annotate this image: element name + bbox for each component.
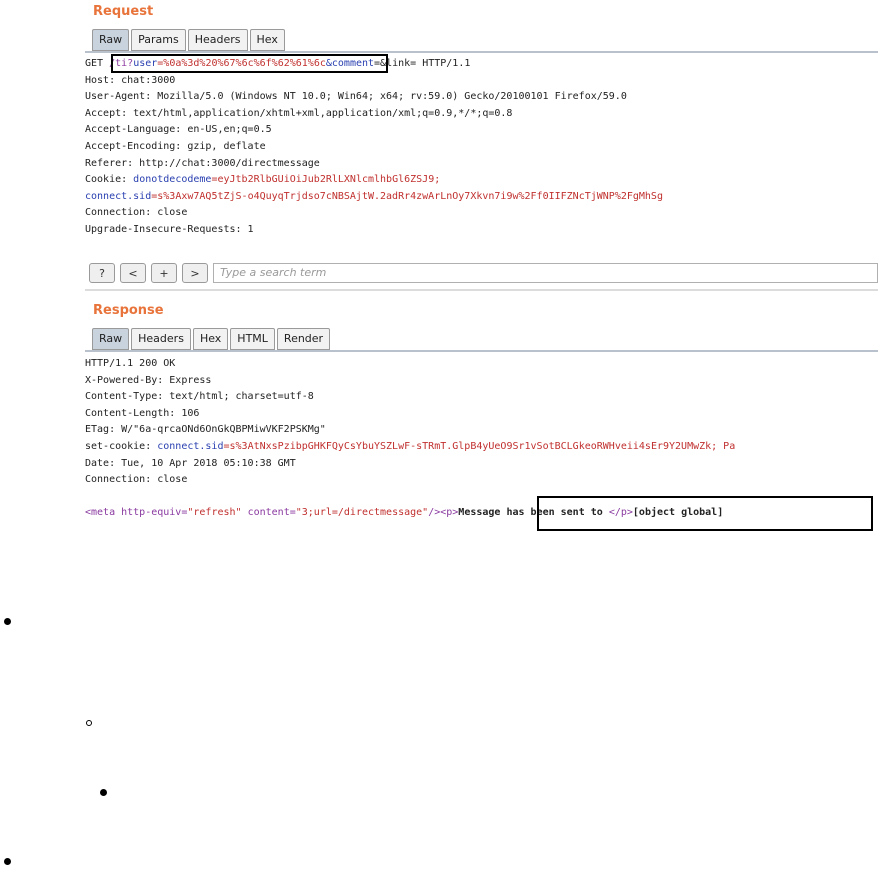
request-raw-body[interactable]: GET /ti?user=%0a%3d%20%67%6c%6f%62%61%6c…: [85, 56, 878, 239]
etag-header: ETag: W/"6a-qrcaONd6OnGkQBPMiwVKF2PSKMg": [85, 424, 326, 436]
request-section-title: Request: [93, 4, 154, 19]
accept-language-header: Accept-Language: en-US,en;q=0.5: [85, 124, 272, 136]
response-tab-headers[interactable]: Headers: [131, 328, 191, 350]
host-header: Host: chat:3000: [85, 74, 176, 86]
response-section-title: Response: [93, 303, 164, 318]
result-highlight-box: [537, 496, 873, 531]
response-tabs: Raw Headers Hex HTML Render: [92, 328, 331, 350]
request-tab-hex[interactable]: Hex: [249, 29, 285, 51]
response-tab-render[interactable]: Render: [276, 328, 331, 350]
referer-header: Referer: http://chat:3000/directmessage: [85, 157, 320, 169]
connection-header: Connection: close: [85, 207, 188, 219]
hollow-bullet-icon: [86, 720, 92, 726]
response-tab-html[interactable]: HTML: [230, 328, 275, 350]
cookie-header: Cookie: donotdecodeme=eyJtb2RlbGUiOiJub2…: [85, 174, 441, 186]
response-tab-raw[interactable]: Raw: [92, 328, 130, 350]
response-tabs-divider: [85, 350, 878, 352]
search-toolbar: ? < + > Type a search term: [89, 262, 878, 284]
request-tabs-divider: [85, 51, 878, 53]
user-agent-header: User-Agent: Mozilla/5.0 (Windows NT 10.0…: [85, 91, 627, 103]
request-tabs: Raw Params Headers Hex: [92, 29, 285, 51]
content-type-header: Content-Type: text/html; charset=utf-8: [85, 391, 314, 403]
accept-encoding-header: Accept-Encoding: gzip, deflate: [85, 140, 266, 152]
next-match-button[interactable]: >: [182, 263, 208, 283]
accept-header: Accept: text/html,application/xhtml+xml,…: [85, 107, 513, 119]
payload-highlight-box: [111, 54, 388, 73]
panel-splitter[interactable]: [85, 289, 878, 291]
help-button[interactable]: ?: [89, 263, 115, 283]
add-button[interactable]: +: [151, 263, 177, 283]
bullet-icon: [4, 858, 11, 865]
set-cookie-header: set-cookie: connect.sid=s%3AtNxsPzibpGHK…: [85, 440, 736, 452]
request-tab-raw[interactable]: Raw: [92, 29, 130, 51]
bullet-icon: [100, 789, 107, 796]
search-input[interactable]: Type a search term: [213, 263, 878, 283]
powered-by-header: X-Powered-By: Express: [85, 374, 212, 386]
response-tab-hex[interactable]: Hex: [192, 328, 229, 350]
connection-header: Connection: close: [85, 474, 188, 486]
request-tab-params[interactable]: Params: [131, 29, 186, 51]
content-length-header: Content-Length: 106: [85, 407, 200, 419]
status-line: HTTP/1.1 200 OK: [85, 358, 176, 369]
previous-match-button[interactable]: <: [120, 263, 146, 283]
upgrade-insecure-header: Upgrade-Insecure-Requests: 1: [85, 223, 254, 235]
date-header: Date: Tue, 10 Apr 2018 05:10:38 GMT: [85, 457, 296, 469]
cookie-connect-sid: connect.sid=s%3Axw7AQ5tZjS-o4QuyqTrjdso7…: [85, 190, 663, 202]
bullet-icon: [4, 618, 11, 625]
request-tab-headers[interactable]: Headers: [187, 29, 248, 51]
